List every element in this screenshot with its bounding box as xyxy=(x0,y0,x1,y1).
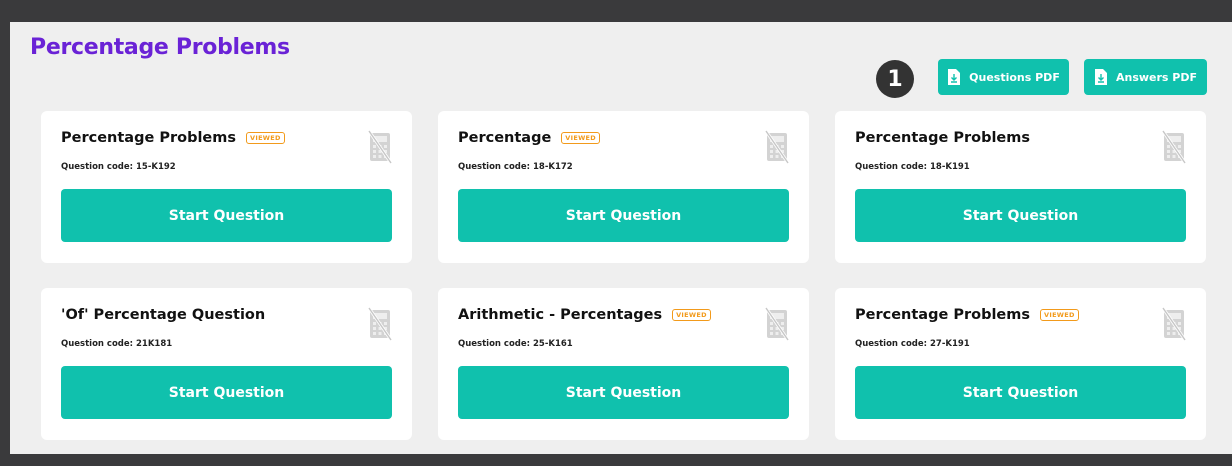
step-number-badge: 1 xyxy=(876,60,914,98)
no-calculator-icon xyxy=(1162,130,1186,164)
download-icon xyxy=(1094,69,1107,85)
question-code: Question code: 27-K191 xyxy=(855,339,970,349)
card-title: Percentage Problems VIEWED xyxy=(855,307,1079,323)
card-title: Arithmetic - Percentages VIEWED xyxy=(458,307,711,323)
start-question-button[interactable]: Start Question xyxy=(61,189,392,242)
question-code: Question code: 18-K172 xyxy=(458,162,573,172)
card-title: Percentage Problems xyxy=(855,130,1030,146)
card-title-text: Percentage xyxy=(458,130,552,146)
question-code: Question code: 15-K192 xyxy=(61,162,176,172)
download-icon xyxy=(948,69,961,85)
card-title-text: Arithmetic - Percentages xyxy=(458,307,663,323)
card-title: Percentage VIEWED xyxy=(458,130,600,146)
question-code: Question code: 25-K161 xyxy=(458,339,573,349)
viewed-badge: VIEWED xyxy=(1040,308,1079,322)
question-code: Question code: 18-K191 xyxy=(855,162,970,172)
viewed-badge: VIEWED xyxy=(246,131,285,145)
question-card: Arithmetic - Percentages VIEWED Question… xyxy=(438,288,809,440)
start-question-button[interactable]: Start Question xyxy=(855,366,1186,419)
viewed-badge: VIEWED xyxy=(672,308,711,322)
question-card: Percentage VIEWED Question code: 18-K172… xyxy=(438,111,809,263)
no-calculator-icon xyxy=(765,130,789,164)
card-title: 'Of' Percentage Question xyxy=(61,307,265,323)
question-card: Percentage Problems VIEWED Question code… xyxy=(835,288,1206,440)
card-title-text: 'Of' Percentage Question xyxy=(61,307,266,323)
page-title: Percentage Problems xyxy=(30,35,290,60)
start-question-button[interactable]: Start Question xyxy=(458,366,789,419)
viewed-badge: VIEWED xyxy=(561,131,600,145)
questions-pdf-label: Questions PDF xyxy=(969,70,1060,84)
questions-pdf-button[interactable]: Questions PDF xyxy=(938,59,1069,95)
answers-pdf-label: Answers PDF xyxy=(1115,70,1198,84)
card-title-text: Percentage Problems xyxy=(855,307,1031,323)
card-title-text: Percentage Problems xyxy=(855,130,1031,146)
question-card: Percentage Problems Question code: 18-K1… xyxy=(835,111,1206,263)
no-calculator-icon xyxy=(765,307,789,341)
no-calculator-icon xyxy=(368,130,392,164)
no-calculator-icon xyxy=(1162,307,1186,341)
start-question-button[interactable]: Start Question xyxy=(458,189,789,242)
card-title: Percentage Problems VIEWED xyxy=(61,130,285,146)
question-card: 'Of' Percentage Question Question code: … xyxy=(41,288,412,440)
answers-pdf-button[interactable]: Answers PDF xyxy=(1084,59,1207,95)
no-calculator-icon xyxy=(368,307,392,341)
start-question-button[interactable]: Start Question xyxy=(61,366,392,419)
card-title-text: Percentage Problems xyxy=(61,130,237,146)
question-code: Question code: 21K181 xyxy=(61,339,173,349)
question-card: Percentage Problems VIEWED Question code… xyxy=(41,111,412,263)
start-question-button[interactable]: Start Question xyxy=(855,189,1186,242)
